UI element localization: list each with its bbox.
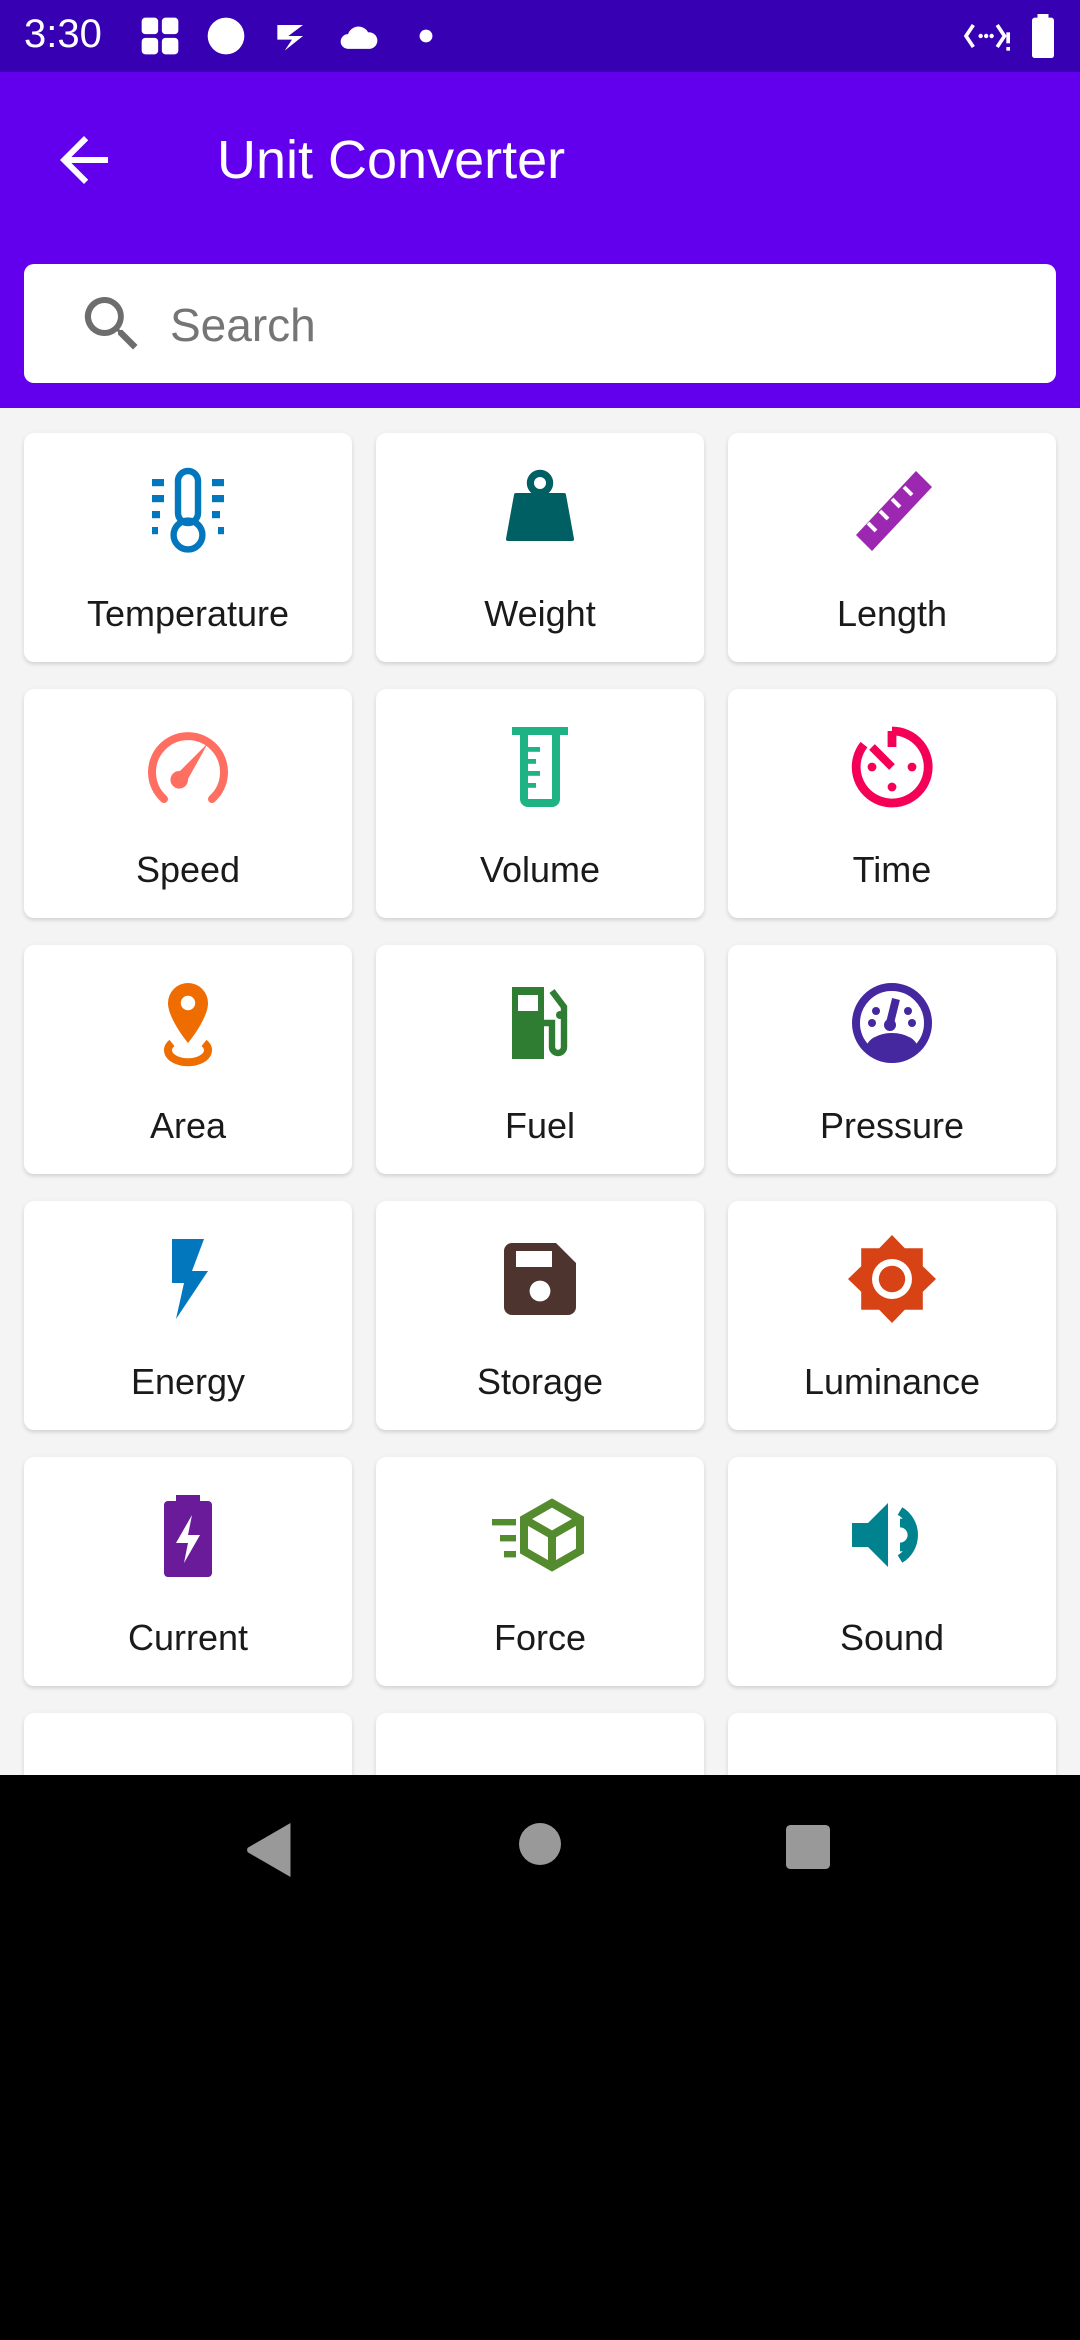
status-bar: 3:30: [0, 0, 1080, 72]
category-tile-partial-17[interactable]: [728, 1713, 1056, 1775]
category-label: Luminance: [803, 1361, 981, 1402]
data-signal-icon: [963, 23, 1010, 51]
category-tile-energy[interactable]: Energy: [24, 1201, 352, 1430]
app-notification-icon: [141, 17, 179, 55]
fuel-pump-icon: [512, 987, 568, 1059]
nav-home-button[interactable]: [519, 1823, 561, 1870]
category-tile-sound[interactable]: Sound: [728, 1457, 1056, 1686]
category-grid[interactable]: Temperature Weight Length Speed Volume Time Ar…: [0, 408, 1080, 1775]
category-tile-current[interactable]: Current: [24, 1457, 352, 1686]
category-label: Length: [836, 593, 948, 634]
slash-icon: [844, 1743, 940, 1775]
nav-back-icon: [247, 1823, 291, 1877]
arrow-back-icon[interactable]: [48, 124, 120, 196]
category-tile-pressure[interactable]: Pressure: [728, 945, 1056, 1174]
weight-icon: [506, 469, 574, 541]
speedometer-icon: [148, 732, 228, 803]
status-time: 3:30: [24, 12, 102, 56]
category-label: Storage: [476, 1361, 604, 1402]
category-tile-volume[interactable]: Volume: [376, 689, 704, 918]
category-label: Pressure: [819, 1105, 965, 1146]
category-label: Energy: [130, 1361, 246, 1402]
category-tile-length[interactable]: Length: [728, 433, 1056, 662]
timer-icon: [851, 726, 933, 808]
battery-charging-icon: [164, 1495, 212, 1577]
gauge-icon: [852, 983, 932, 1063]
page-title: Unit Converter: [217, 130, 566, 190]
search-input[interactable]: [168, 286, 1032, 364]
category-tile-force[interactable]: Force: [376, 1457, 704, 1686]
nav-home-icon: [519, 1823, 561, 1865]
category-tile-area[interactable]: Area: [24, 945, 352, 1174]
blank-icon: [140, 1743, 236, 1775]
brightness-icon: [848, 1235, 936, 1323]
battery-icon: [1032, 14, 1054, 58]
map-pin-icon: [164, 983, 212, 1067]
nav-recents-icon: [786, 1825, 830, 1869]
navigation-bar: [0, 1775, 1080, 2340]
category-tile-fuel[interactable]: Fuel: [376, 945, 704, 1174]
speaker-icon: [852, 1503, 918, 1567]
category-label: Speed: [135, 849, 241, 890]
category-label: Fuel: [504, 1105, 576, 1146]
category-tile-partial-15[interactable]: [24, 1713, 352, 1775]
floppy-icon: [504, 1243, 576, 1315]
thermometer-icon: [152, 467, 224, 553]
sync-notification-icon: [277, 25, 303, 51]
search-bar[interactable]: [24, 264, 1056, 383]
category-tile-temperature[interactable]: Temperature: [24, 433, 352, 662]
nav-recents-button[interactable]: [786, 1825, 830, 1874]
dot-icon: [419, 29, 433, 43]
search-icon: [84, 297, 138, 350]
circle-notification-icon: [207, 17, 245, 55]
category-tile-speed[interactable]: Speed: [24, 689, 352, 918]
nav-back-button[interactable]: [244, 1823, 292, 1882]
cube-moving-icon: [492, 1498, 584, 1572]
category-label: Volume: [479, 849, 601, 890]
category-label: Sound: [839, 1617, 945, 1658]
cloud-icon: [340, 26, 378, 49]
category-tile-partial-16[interactable]: [376, 1713, 704, 1775]
beaker-icon: [512, 727, 568, 807]
category-tile-storage[interactable]: Storage: [376, 1201, 704, 1430]
category-tile-luminance[interactable]: Luminance: [728, 1201, 1056, 1430]
ruler-icon: [856, 471, 932, 551]
category-label: Time: [852, 849, 932, 890]
category-label: Weight: [484, 593, 596, 634]
category-label: Temperature: [86, 593, 290, 634]
category-tile-time[interactable]: Time: [728, 689, 1056, 918]
category-label: Force: [493, 1617, 587, 1658]
category-tile-weight[interactable]: Weight: [376, 433, 704, 662]
category-label: Area: [149, 1105, 227, 1146]
category-label: Current: [127, 1617, 249, 1658]
block-icon: [492, 1743, 588, 1775]
app-bar: Unit Converter: [0, 72, 1080, 408]
lightning-icon: [172, 1239, 208, 1319]
